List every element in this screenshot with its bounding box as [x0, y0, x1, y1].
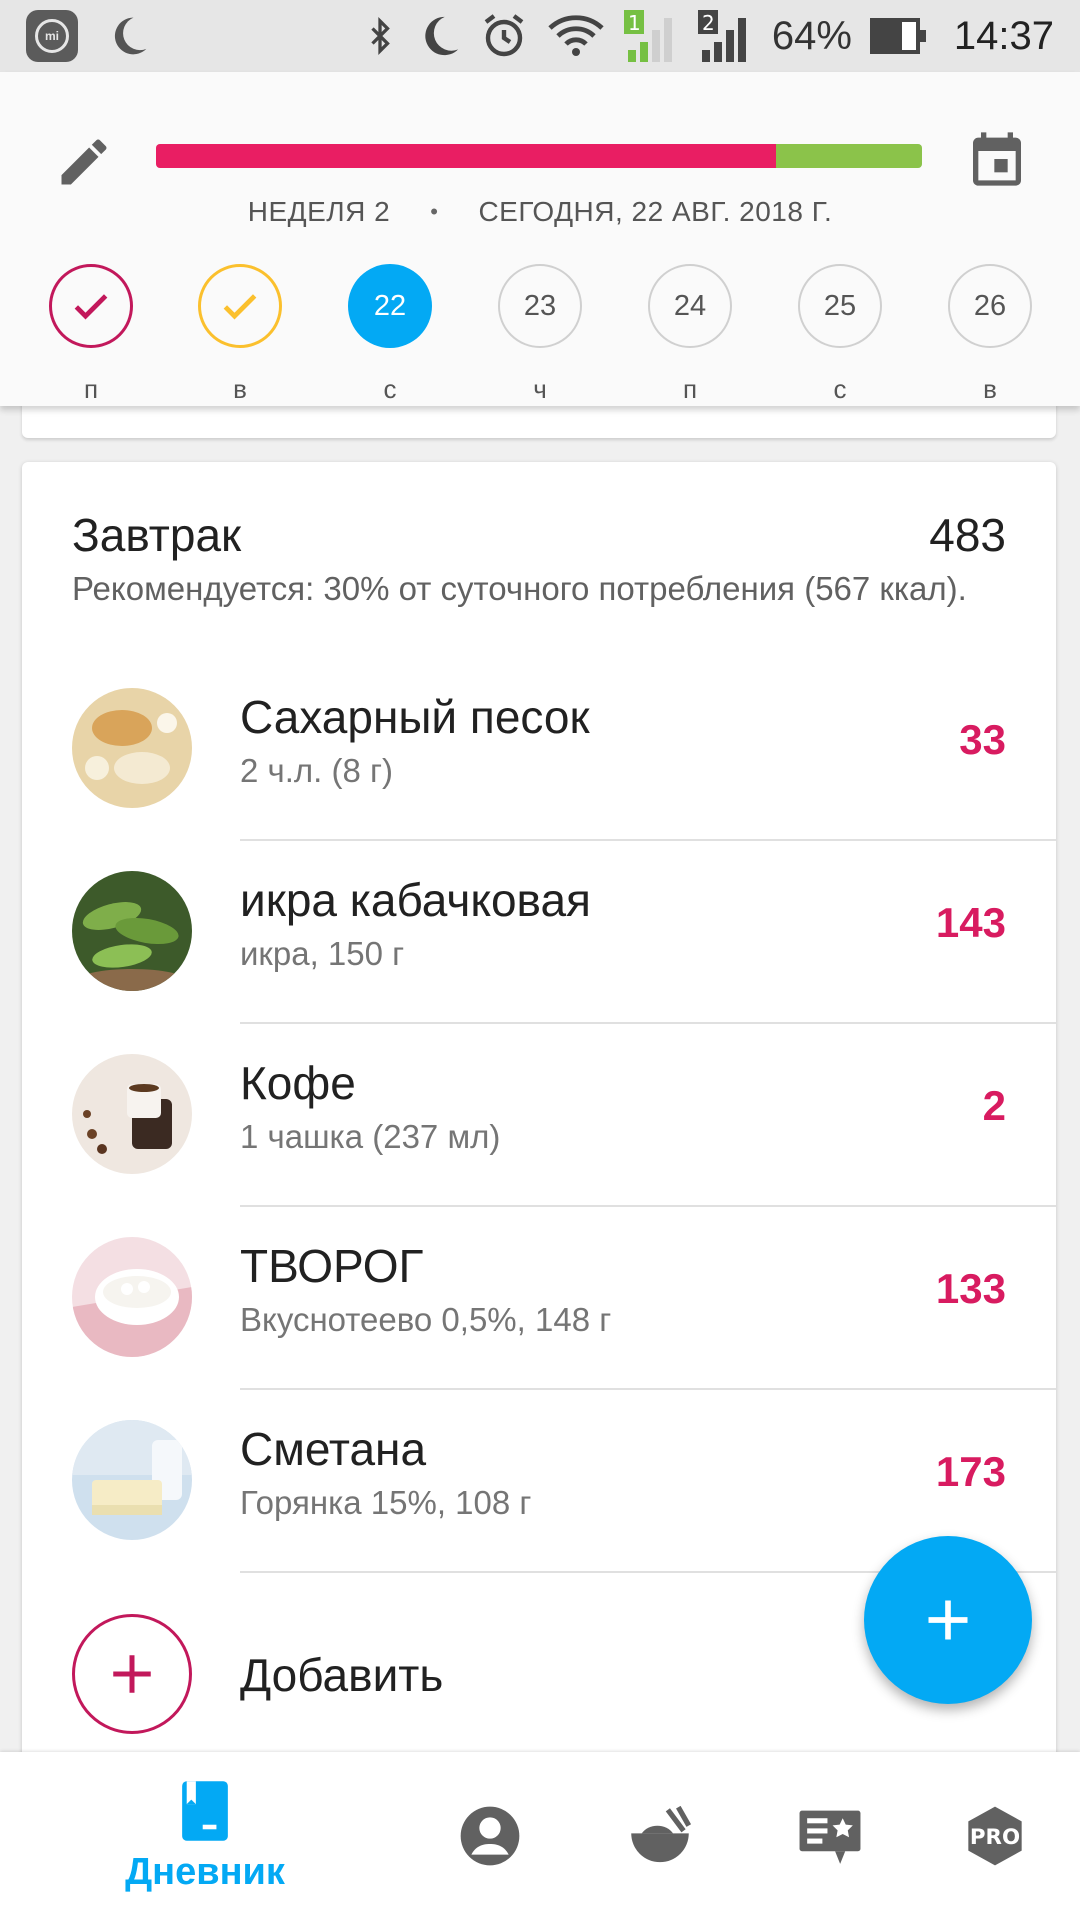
day-circle — [49, 264, 133, 348]
plus-icon — [928, 1600, 968, 1640]
food-detail: Горянка 15%, 108 г — [240, 1484, 532, 1521]
week-number: НЕДЕЛЯ 2 — [247, 196, 391, 227]
food-name: Сметана — [240, 1423, 427, 1475]
day-wed-today[interactable]: 22 с — [348, 264, 432, 405]
day-fri[interactable]: 24 п — [648, 264, 732, 405]
nav-diary[interactable]: Дневник — [110, 1752, 300, 1920]
coffee-photo — [72, 1054, 192, 1174]
clock: 14:37 — [953, 13, 1054, 58]
profile-icon — [460, 1806, 520, 1866]
pencil-icon — [61, 139, 107, 185]
check-icon — [74, 294, 108, 320]
battery-percent: 64% — [771, 13, 852, 58]
status-bar: mi 1 2 64% 14:37 — [0, 0, 1080, 72]
food-item[interactable]: икра кабачковая икра, 150 г 143 — [22, 841, 1056, 1024]
mi-icon: mi — [26, 10, 78, 62]
calendar-button[interactable] — [962, 124, 1032, 194]
pro-icon: PRO — [968, 1806, 1022, 1866]
today-date: СЕГОДНЯ, 22 АВГ. 2018 Г. — [478, 196, 833, 227]
day-circle: 24 — [648, 264, 732, 348]
food-calories: 2 — [982, 1082, 1006, 1129]
nav-pro[interactable]: PRO — [935, 1752, 1055, 1920]
day-label: в — [233, 374, 247, 404]
day-circle: 23 — [498, 264, 582, 348]
diary-icon — [182, 1780, 228, 1841]
signal-sim1-icon: 1 — [623, 10, 672, 62]
bottom-navigation: Дневник PRO — [0, 1752, 1080, 1920]
food-calories: 173 — [935, 1448, 1006, 1495]
day-label: с — [833, 374, 847, 404]
day-sat[interactable]: 25 с — [798, 264, 882, 405]
progress-remaining — [776, 144, 922, 168]
food-calories: 133 — [935, 1265, 1006, 1312]
food-name: икра кабачковая — [240, 874, 591, 926]
edit-button[interactable] — [52, 130, 116, 194]
add-circle-icon — [72, 1614, 192, 1734]
food-calories: 143 — [935, 899, 1006, 946]
sour-cream-photo — [72, 1420, 192, 1540]
moon-icon — [425, 16, 458, 56]
separator-dot: • — [430, 199, 439, 224]
calorie-progress-bar — [156, 144, 922, 168]
day-mon[interactable]: п — [49, 264, 133, 405]
food-name: ТВОРОГ — [240, 1240, 424, 1292]
pro-text: PRO — [970, 1825, 1020, 1850]
bluetooth-icon — [371, 17, 390, 55]
day-circle: 25 — [798, 264, 882, 348]
recipes-icon — [631, 1805, 692, 1863]
day-label: п — [83, 374, 99, 404]
food-calories: 33 — [959, 716, 1006, 763]
meal-total-calories: 483 — [929, 509, 1006, 561]
week-date-line: НЕДЕЛЯ 2 • СЕГОДНЯ, 22 АВГ. 2018 Г. — [0, 196, 1080, 228]
cottage-cheese-photo — [72, 1237, 192, 1357]
progress-consumed — [156, 144, 777, 168]
day-label: п — [682, 374, 698, 404]
nav-profile[interactable] — [430, 1752, 550, 1920]
sugar-photo — [72, 688, 192, 808]
svg-text:2: 2 — [702, 11, 715, 35]
day-label: с — [383, 374, 397, 404]
signal-sim2-icon: 2 — [697, 10, 746, 62]
nav-recipes[interactable] — [600, 1752, 720, 1920]
day-label: в — [983, 374, 997, 404]
day-thu[interactable]: 23 ч — [498, 264, 582, 405]
diary-header: НЕДЕЛЯ 2 • СЕГОДНЯ, 22 АВГ. 2018 Г. п в … — [0, 72, 1080, 406]
week-days-strip: п в 22 с 23 ч 24 п 25 с 26 в — [0, 264, 1080, 404]
day-circle: 26 — [948, 264, 1032, 348]
plans-icon — [799, 1810, 861, 1864]
day-sun[interactable]: 26 в — [948, 264, 1032, 405]
food-name: Кофе — [240, 1057, 356, 1109]
add-label: Добавить — [240, 1649, 444, 1701]
nav-diary-label: Дневник — [125, 1850, 285, 1893]
day-circle: 22 — [348, 264, 432, 348]
wifi-icon — [548, 15, 604, 56]
food-detail: Вкуснотеево 0,5%, 148 г — [240, 1301, 612, 1338]
meal-recommendation: Рекомендуется: 30% от суточного потребле… — [72, 570, 967, 607]
food-item[interactable]: Сметана Горянка 15%, 108 г 173 — [22, 1390, 1056, 1573]
calendar-icon — [973, 132, 1021, 186]
moon-icon — [114, 17, 147, 55]
food-name: Сахарный песок — [240, 691, 590, 743]
food-item[interactable]: Сахарный песок 2 ч.л. (8 г) 33 — [22, 658, 1056, 841]
cucumbers-photo — [72, 871, 192, 991]
day-circle — [198, 264, 282, 348]
meal-title: Завтрак — [72, 509, 242, 561]
food-detail: 2 ч.л. (8 г) — [240, 752, 394, 789]
day-label: ч — [533, 374, 547, 404]
nav-plans[interactable] — [770, 1752, 890, 1920]
plus-icon — [113, 1655, 151, 1693]
battery-icon — [869, 18, 926, 54]
check-icon — [223, 294, 257, 320]
add-fab-button[interactable] — [864, 1536, 1032, 1704]
day-tue[interactable]: в — [198, 264, 282, 405]
svg-text:1: 1 — [628, 11, 641, 35]
food-detail: икра, 150 г — [240, 935, 405, 972]
food-item[interactable]: Кофе 1 чашка (237 мл) 2 — [22, 1024, 1056, 1207]
food-item[interactable]: ТВОРОГ Вкуснотеево 0,5%, 148 г 133 — [22, 1207, 1056, 1390]
alarm-icon — [484, 14, 524, 57]
food-detail: 1 чашка (237 мл) — [240, 1118, 501, 1155]
